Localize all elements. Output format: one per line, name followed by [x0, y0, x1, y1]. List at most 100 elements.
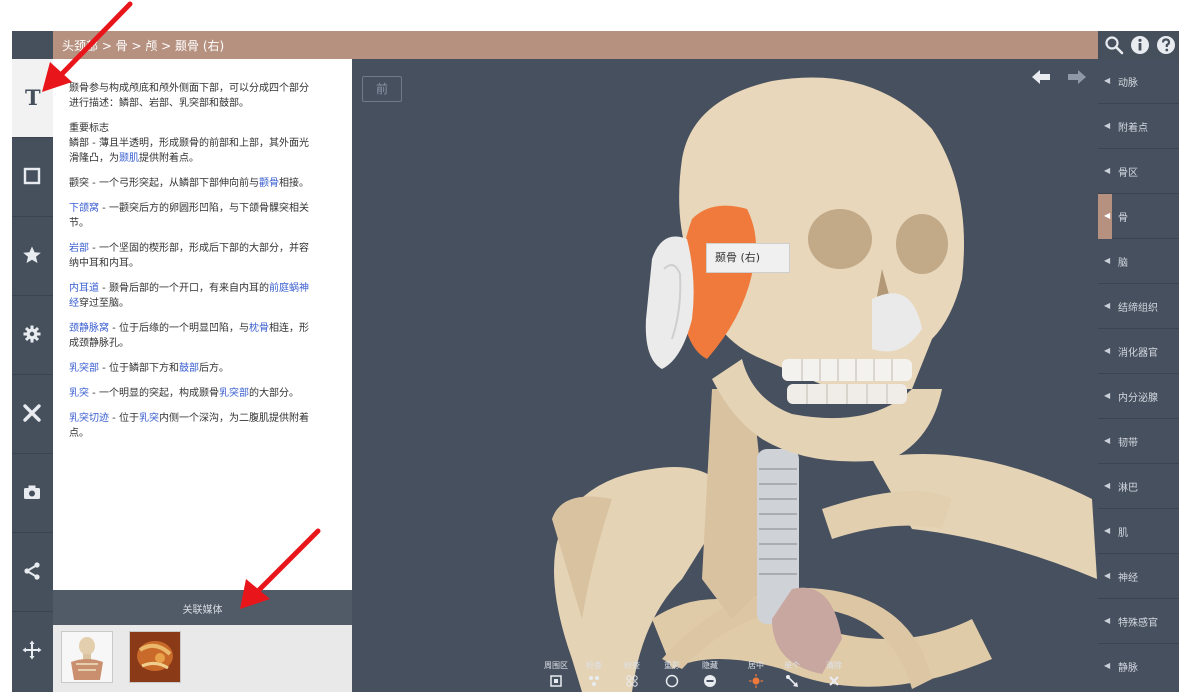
- link-tympanic[interactable]: 鼓部: [179, 363, 199, 374]
- menu-item-arteries[interactable]: ◀ 动脉: [1098, 59, 1179, 104]
- description-panel[interactable]: 颞骨参与构成颅底和颅外侧面下部，可以分成四个部分进行描述：鳞部、岩部、乳突部和鼓…: [53, 59, 352, 590]
- anatomy-app: 头颈部 > 骨 > 颅 > 颞骨 (右) T 颞骨参与构成颅底和颅外侧面下部，可…: [12, 31, 1179, 692]
- tool-hide[interactable]: 隐藏: [690, 660, 730, 688]
- dissection-thumbnail-image: [130, 632, 180, 682]
- landmarks-paragraph: 重要标志 鳞部 - 薄且半透明，形成颞骨的前部和上部，其外面光滑隆凸，为颞肌提供…: [69, 123, 309, 164]
- chevron-left-icon: ◀: [1104, 436, 1111, 445]
- square-icon: [23, 167, 41, 185]
- tool-ghost[interactable]: 重影: [652, 660, 692, 688]
- chevron-left-icon: ◀: [1104, 211, 1111, 220]
- menu-item-special-senses[interactable]: ◀ 特殊感官: [1098, 599, 1179, 644]
- search-icon[interactable]: [1104, 35, 1124, 55]
- menu-item-muscles[interactable]: ◀ 肌: [1098, 509, 1179, 554]
- clear-icon: [829, 676, 839, 686]
- link-internal-meatus[interactable]: 内耳道: [69, 283, 99, 294]
- link-mandibular-fossa[interactable]: 下颌窝: [69, 203, 99, 214]
- chevron-left-icon: ◀: [1104, 76, 1111, 85]
- link-mastoid-part[interactable]: 乳突部: [69, 363, 99, 374]
- chevron-left-icon: ◀: [1104, 256, 1111, 265]
- surround-icon: [550, 675, 562, 687]
- square-tool-button[interactable]: [12, 138, 53, 217]
- chevron-left-icon: ◀: [1104, 661, 1111, 670]
- center-icon: [749, 674, 763, 688]
- menu-item-bones[interactable]: ◀ 骨: [1098, 194, 1179, 239]
- link-mastoid[interactable]: 乳突: [69, 388, 89, 399]
- share-icon: [24, 562, 40, 580]
- menu-item-ligaments[interactable]: ◀ 韧带: [1098, 419, 1179, 464]
- menu-item-attachments[interactable]: ◀ 附着点: [1098, 104, 1179, 149]
- chevron-left-icon: ◀: [1104, 166, 1111, 175]
- jugular-paragraph: 颈静脉窝 - 位于后缘的一个明显凹陷，与枕骨相连，形成颈静脉孔。: [69, 323, 309, 349]
- chevron-left-icon: ◀: [1104, 346, 1111, 355]
- meatus-paragraph: 内耳道 - 颞骨后部的一个开口，有来自内耳的前庭蜗神经穿过至脑。: [69, 283, 309, 309]
- favorite-tool-button[interactable]: [12, 217, 53, 296]
- menu-item-nerves[interactable]: ◀ 神经: [1098, 554, 1179, 599]
- menu-item-connective-tissue[interactable]: ◀ 结缔组织: [1098, 284, 1179, 329]
- help-icon[interactable]: [1156, 35, 1176, 55]
- top-icon-bar: [1098, 31, 1179, 59]
- chevron-left-icon: ◀: [1104, 616, 1111, 625]
- chevron-left-icon: ◀: [1104, 301, 1111, 310]
- notch-paragraph: 乳突切迹 - 位于乳突内侧一个深沟，为二腹肌提供附着点。: [69, 413, 309, 439]
- skeleton-thumbnail[interactable]: [61, 631, 113, 683]
- star-icon: [23, 246, 41, 263]
- link-petrous[interactable]: 岩部: [69, 243, 89, 254]
- gear-icon: [23, 325, 41, 343]
- move-tool-button[interactable]: [12, 612, 53, 691]
- tool-clear[interactable]: 清除: [814, 660, 854, 688]
- inspect-icon: [589, 676, 599, 686]
- camera-tool-button[interactable]: [12, 454, 53, 533]
- tool-surround[interactable]: 周围区: [536, 660, 576, 688]
- menu-item-bone-regions[interactable]: ◀ 骨区: [1098, 149, 1179, 194]
- chevron-left-icon: ◀: [1104, 121, 1111, 130]
- tool-inspect-multi[interactable]: 检查: [612, 660, 652, 688]
- chevron-left-icon: ◀: [1104, 571, 1111, 580]
- link-mastoid-part-2[interactable]: 乳突部: [219, 388, 249, 399]
- skull-neck-model[interactable]: [352, 59, 1098, 692]
- description-text: 颞骨参与构成颅底和颅外侧面下部，可以分成四个部分进行描述：鳞部、岩部、乳突部和鼓…: [53, 59, 352, 441]
- move-icon: [22, 640, 42, 660]
- tools-tool-button[interactable]: [12, 375, 53, 454]
- skeleton-thumbnail-image: [71, 637, 103, 680]
- link-mastoid-notch[interactable]: 乳突切迹: [69, 413, 109, 424]
- bone-tooltip: 颞骨 (右): [706, 243, 790, 273]
- wrench-icon: [23, 404, 41, 422]
- settings-tool-button[interactable]: [12, 296, 53, 375]
- left-toolbar: T: [12, 59, 53, 692]
- link-occipital[interactable]: 枕骨: [249, 323, 269, 334]
- link-jugular-fossa[interactable]: 颈静脉窝: [69, 323, 109, 334]
- system-menu: ◀ 动脉 ◀ 附着点 ◀ 骨区 ◀ 骨 ◀ 脑 ◀ 结缔组织 ◀ 消化器官 ◀ 内分泌腺 ◀ 韧带…: [1098, 59, 1179, 692]
- menu-item-brain[interactable]: ◀ 脑: [1098, 239, 1179, 284]
- zygomatic-paragraph: 颧突 - 一个弓形突起，从鳞部下部伸向前与颧骨相接。: [69, 178, 309, 189]
- link-zygomatic[interactable]: 颧骨: [259, 178, 279, 189]
- ghost-icon: [665, 674, 679, 688]
- tool-center[interactable]: 居中: [736, 660, 776, 688]
- info-icon[interactable]: [1130, 35, 1150, 55]
- share-tool-button[interactable]: [12, 533, 53, 612]
- mastoid-part-paragraph: 乳突部 - 位于鳞部下方和鼓部后方。: [69, 363, 229, 374]
- mastoid-paragraph: 乳突 - 一个明显的突起，构成颞骨乳突部的大部分。: [69, 388, 299, 399]
- petrous-paragraph: 岩部 - 一个坚固的楔形部，形成后下部的大部分，并容纳中耳和内耳。: [69, 243, 309, 269]
- tool-single[interactable]: 单个: [772, 660, 812, 688]
- link-temporalis[interactable]: 颞肌: [119, 153, 139, 164]
- fossa-paragraph: 下颌窝 - 一颧突后方的卵圆形凹陷，与下颌骨髁突相关节。: [69, 203, 309, 229]
- chevron-left-icon: ◀: [1104, 481, 1111, 490]
- related-media-thumbnails: [53, 625, 352, 692]
- menu-item-veins[interactable]: ◀ 静脉: [1098, 644, 1179, 689]
- annotation-arrow-bottom: [240, 528, 321, 609]
- inspect-multi-icon: [626, 675, 638, 687]
- menu-item-digestive[interactable]: ◀ 消化器官: [1098, 329, 1179, 374]
- tool-inspect[interactable]: 检查: [574, 660, 614, 688]
- breadcrumb-bar: 头颈部 > 骨 > 颅 > 颞骨 (右): [12, 31, 1098, 59]
- menu-item-lymph[interactable]: ◀ 淋巴: [1098, 464, 1179, 509]
- single-icon: [786, 675, 798, 687]
- chevron-left-icon: ◀: [1104, 526, 1111, 535]
- dissection-thumbnail[interactable]: [129, 631, 181, 683]
- menu-item-endocrine[interactable]: ◀ 内分泌腺: [1098, 374, 1179, 419]
- chevron-left-icon: ◀: [1104, 391, 1111, 400]
- annotation-arrow-top: [42, 1, 133, 92]
- model-viewport[interactable]: 前 颞骨 (右) 周围区 检查 检查 重影 隐藏 居中 单个 清除: [352, 59, 1098, 692]
- landmarks-title: 重要标志: [69, 123, 109, 134]
- link-mastoid-2[interactable]: 乳突: [139, 413, 159, 424]
- camera-icon: [24, 485, 40, 499]
